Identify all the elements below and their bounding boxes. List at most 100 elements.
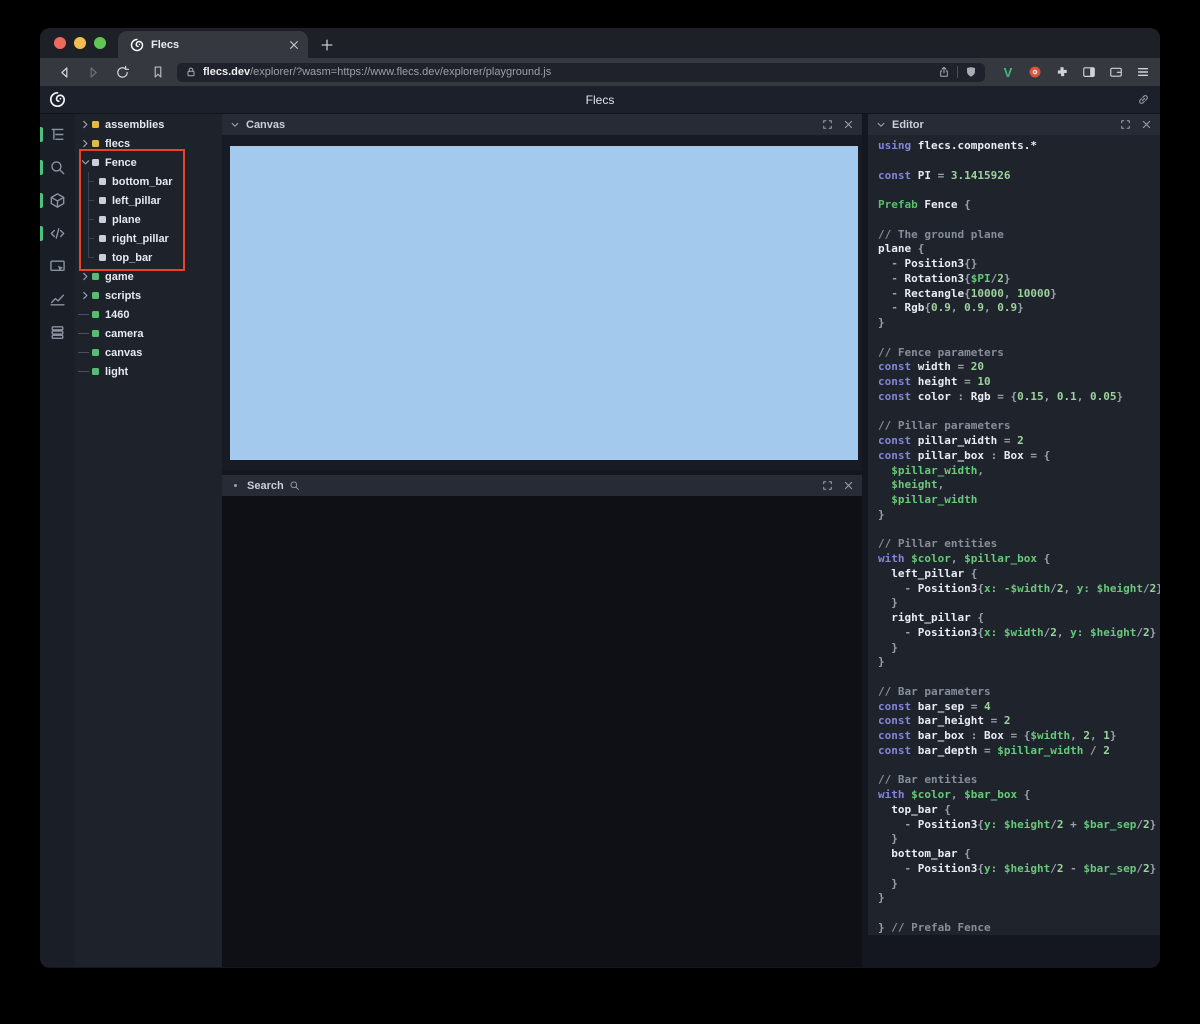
tree-item-flecs[interactable]: flecs — [75, 134, 222, 153]
hierarchy-icon — [49, 126, 66, 143]
tree-item-bottom_bar[interactable]: bottom_bar — [75, 172, 222, 191]
extensions-puzzle-icon[interactable] — [1055, 65, 1069, 79]
code-line: // Bar entities — [878, 773, 978, 787]
code-line: const pillar_box : Box = { — [878, 448, 1051, 462]
tree-item-light[interactable]: light — [75, 362, 222, 381]
reload-icon[interactable] — [115, 65, 130, 80]
code-line: const color : Rgb = {0.15, 0.1, 0.05} — [878, 389, 1124, 403]
entity-square-icon — [92, 140, 99, 147]
collapsed-dot-icon[interactable] — [234, 484, 237, 487]
entity-square-icon — [92, 368, 99, 375]
tree-item-game[interactable]: game — [75, 267, 222, 286]
page-title: Flecs — [585, 92, 615, 107]
search-panel-body[interactable] — [222, 496, 862, 967]
sidebar-code-icon[interactable] — [40, 217, 75, 250]
sidebar-cube-icon[interactable] — [40, 184, 75, 217]
fullscreen-icon[interactable] — [822, 480, 833, 491]
tree-item-top_bar[interactable]: top_bar — [75, 248, 222, 267]
code-line: - Rotation3{$PI/2} — [878, 271, 1011, 285]
brave-shield-icon[interactable] — [965, 66, 977, 78]
tab-close-icon[interactable] — [288, 39, 300, 51]
chevron-down-icon[interactable] — [79, 156, 92, 169]
tree-item-scripts[interactable]: scripts — [75, 286, 222, 305]
browser-tab-bar: Flecs — [40, 28, 1160, 58]
code-line: // Pillar entities — [878, 537, 998, 551]
window-controls — [40, 28, 118, 58]
bookmark-icon[interactable] — [151, 65, 165, 79]
tree-leaf-dash — [78, 308, 92, 321]
close-icon[interactable] — [843, 119, 854, 130]
chevron-right-icon[interactable] — [79, 118, 92, 131]
rows-icon — [49, 324, 66, 341]
code-line: Prefab Fence { — [878, 198, 971, 211]
url-bar[interactable]: flecs.dev/explorer/?wasm=https://www.fle… — [177, 62, 985, 82]
chevron-down-icon[interactable] — [876, 120, 886, 130]
sidekick-icon[interactable] — [1028, 65, 1042, 79]
code-line: const bar_box : Box = {$width, 2, 1} — [878, 729, 1117, 742]
chevron-right-icon[interactable] — [79, 137, 92, 150]
sidebar-screen-pointer-icon[interactable] — [40, 250, 75, 283]
code-line: const height = 10 — [878, 375, 991, 388]
code-line: } — [878, 596, 898, 610]
code-line: bottom_bar { — [878, 847, 971, 860]
side-panel-icon[interactable] — [1082, 65, 1096, 79]
tree-item-left_pillar[interactable]: left_pillar — [75, 191, 222, 210]
editor-panel: Editor using flecs.components.* const PI… — [868, 114, 1160, 935]
close-icon[interactable] — [1141, 119, 1152, 130]
3d-canvas-viewport[interactable] — [230, 146, 858, 460]
chevron-down-icon[interactable] — [230, 120, 240, 130]
fullscreen-icon[interactable] — [1120, 119, 1131, 130]
tree-item-camera[interactable]: camera — [75, 324, 222, 343]
wallet-icon[interactable] — [1109, 65, 1123, 79]
vue-icon[interactable]: V — [1001, 65, 1015, 79]
code-line: const bar_height = 2 — [878, 714, 1011, 728]
sidebar-search-icon[interactable] — [40, 151, 75, 184]
sidebar-chart-icon[interactable] — [40, 283, 75, 316]
tree-item-canvas[interactable]: canvas — [75, 343, 222, 362]
entity-square-icon — [92, 292, 99, 299]
tree-item-assemblies[interactable]: assemblies — [75, 115, 222, 134]
tree-item-right_pillar[interactable]: right_pillar — [75, 229, 222, 248]
tree-item-label: left_pillar — [112, 194, 161, 207]
code-line: // Fence parameters — [878, 345, 1004, 359]
entity-square-icon — [92, 349, 99, 356]
sidebar-hierarchy-icon[interactable] — [40, 118, 75, 151]
new-tab-button[interactable] — [320, 38, 334, 52]
tree-item-plane[interactable]: plane — [75, 210, 222, 229]
zoom-window-button[interactable] — [94, 37, 106, 49]
sidebar-rows-icon[interactable] — [40, 316, 75, 349]
entity-square-icon — [92, 159, 99, 166]
close-window-button[interactable] — [54, 37, 66, 49]
minimize-window-button[interactable] — [74, 37, 86, 49]
link-icon[interactable] — [1137, 93, 1150, 106]
chevron-right-icon[interactable] — [79, 289, 92, 302]
back-icon[interactable] — [57, 65, 72, 80]
code-line: top_bar { — [878, 802, 951, 816]
url-text[interactable]: flecs.dev/explorer/?wasm=https://www.fle… — [203, 66, 938, 78]
search-icon — [49, 159, 66, 176]
share-icon[interactable] — [938, 66, 950, 78]
code-line: - Position3{y: $height/2 + $bar_sep/2} — [878, 817, 1157, 831]
tree-item-Fence[interactable]: Fence — [75, 153, 222, 172]
chart-icon — [49, 291, 66, 308]
code-area[interactable]: using flecs.components.* const PI = 3.14… — [868, 135, 1160, 935]
menu-icon[interactable] — [1136, 65, 1150, 79]
tree-item-label: scripts — [105, 289, 142, 302]
active-indicator — [40, 226, 43, 241]
tree-item-1460[interactable]: 1460 — [75, 305, 222, 324]
forward-icon[interactable] — [86, 65, 101, 80]
entity-square-icon — [92, 273, 99, 280]
browser-tab[interactable]: Flecs — [118, 31, 308, 58]
tree-item-label: camera — [105, 327, 144, 340]
code-line: // Pillar parameters — [878, 419, 1011, 433]
fullscreen-icon[interactable] — [822, 119, 833, 130]
close-icon[interactable] — [843, 480, 854, 491]
entity-square-icon — [99, 197, 106, 204]
chevron-right-icon[interactable] — [79, 270, 92, 283]
entity-square-icon — [99, 216, 106, 223]
entity-tree: assemblies flecs Fence bottom_bar left_pilla… — [75, 114, 222, 967]
